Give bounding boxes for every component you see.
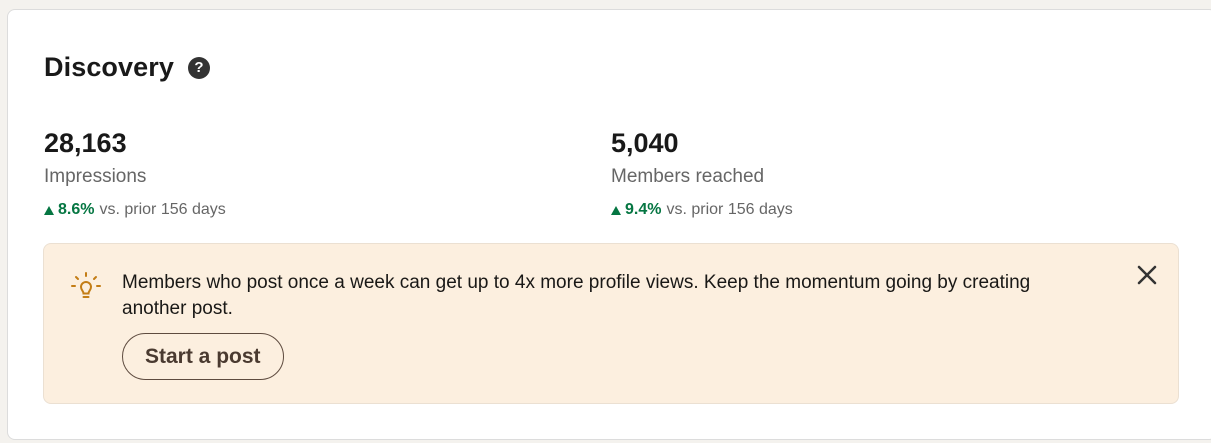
trend-percent: 8.6% <box>58 201 95 218</box>
tip-message: Members who post once a week can get up … <box>122 272 1031 319</box>
metric-label: Impressions <box>44 166 147 187</box>
trend-comparison: vs. prior 156 days <box>99 201 226 218</box>
trend-comparison: vs. prior 156 days <box>666 201 793 218</box>
trend-percent: 9.4% <box>625 201 662 218</box>
metric-members-reached[interactable]: 5,040 Members reached 9.4% vs. prior 156… <box>611 126 793 220</box>
help-circle-icon[interactable]: ? <box>187 56 210 79</box>
close-icon[interactable] <box>1134 262 1160 288</box>
metric-label: Members reached <box>611 166 765 187</box>
trend-up-icon <box>44 205 54 215</box>
discovery-card: Discovery ? 28,163 Impressions 8.6% vs. … <box>7 9 1211 440</box>
tip-banner: Members who post once a week can get up … <box>43 243 1179 404</box>
metric-value: 28,163 <box>44 128 127 158</box>
start-post-button[interactable]: Start a post <box>122 333 284 380</box>
lightbulb-icon <box>71 272 101 298</box>
metric-impressions[interactable]: 28,163 Impressions 8.6% vs. prior 156 da… <box>44 126 226 220</box>
title-row: Discovery ? <box>44 52 210 83</box>
metric-trend: 8.6% vs. prior 156 days <box>44 200 226 220</box>
metric-trend: 9.4% vs. prior 156 days <box>611 200 793 220</box>
metric-value: 5,040 <box>611 128 679 158</box>
section-title: Discovery <box>44 52 174 82</box>
trend-up-icon <box>611 205 621 215</box>
